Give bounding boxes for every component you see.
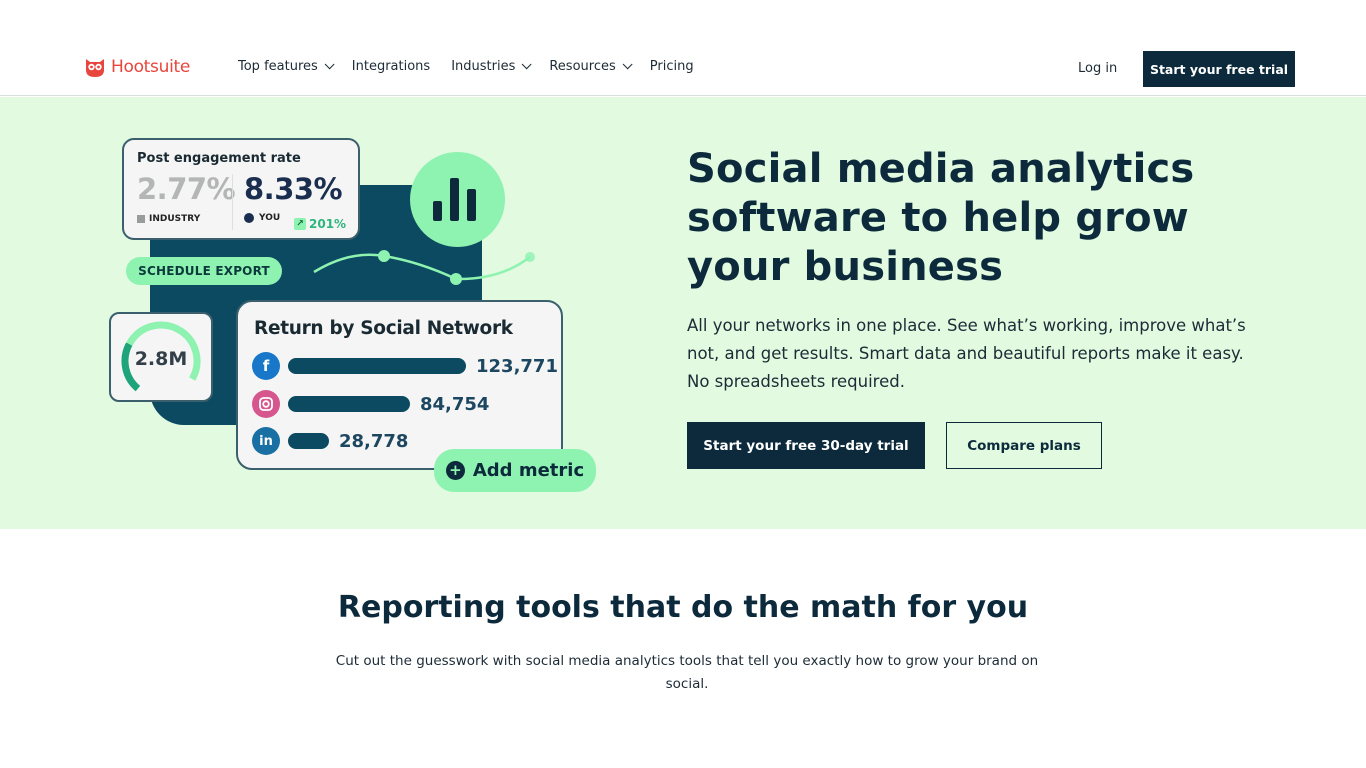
instagram-icon <box>252 390 280 418</box>
return-bar <box>288 396 410 412</box>
nav-label: Integrations <box>351 59 431 74</box>
return-bar <box>288 433 329 449</box>
legend-label: INDUSTRY <box>149 214 201 224</box>
nav-label: Resources <box>549 59 616 74</box>
start-30-day-trial-button[interactable]: Start your free 30-day trial <box>687 422 925 469</box>
network-row-linkedin: in 28,778 <box>252 427 408 455</box>
compare-plans-button[interactable]: Compare plans <box>946 422 1102 469</box>
plus-circle-icon: + <box>445 461 465 480</box>
return-value: 84,754 <box>420 393 490 415</box>
nav-label: Top features <box>238 59 318 74</box>
nav-top-features[interactable]: Top features <box>238 59 335 74</box>
growth-badge: ↗ 201% <box>294 217 346 231</box>
trend-point <box>450 273 462 285</box>
gauge-card: 2.8M <box>109 312 213 402</box>
chevron-down-icon <box>622 59 633 70</box>
add-metric-label: Add metric <box>472 460 585 481</box>
schedule-export-pill: SCHEDULE EXPORT <box>126 257 282 285</box>
facebook-icon: f <box>252 352 280 380</box>
nav-industries[interactable]: Industries <box>451 59 532 74</box>
engagement-rate-card: Post engagement rate 2.77% 8.33% INDUSTR… <box>122 138 360 240</box>
return-bar <box>288 358 466 374</box>
divider <box>232 174 233 230</box>
industry-rate: 2.77% <box>137 172 236 206</box>
section-title: Reporting tools that do the math for you <box>337 590 1029 625</box>
start-free-trial-button[interactable]: Start your free trial <box>1143 51 1295 87</box>
return-value: 28,778 <box>339 430 409 452</box>
circle-legend-icon <box>244 213 254 223</box>
industry-legend: INDUSTRY <box>137 214 200 224</box>
return-by-network-card: Return by Social Network f 123,771 84,75… <box>236 300 563 470</box>
hootsuite-logo[interactable]: Hootsuite <box>83 56 190 78</box>
site-header: Hootsuite Top features Integrations Indu… <box>0 0 1366 96</box>
trend-point <box>525 252 535 262</box>
add-metric-pill: + Add metric <box>434 449 596 492</box>
nav-label: Industries <box>451 59 516 74</box>
bar-chart-icon <box>450 178 459 221</box>
engagement-title: Post engagement rate <box>137 151 301 166</box>
square-legend-icon <box>137 215 145 223</box>
hero-headline: Social media analytics software to help … <box>687 146 1195 290</box>
you-legend: YOU <box>244 213 280 223</box>
arrow-up-right-icon: ↗ <box>294 218 306 230</box>
nav-pricing[interactable]: Pricing <box>650 59 694 74</box>
network-row-instagram: 84,754 <box>252 390 489 418</box>
linkedin-icon: in <box>252 427 280 455</box>
main-nav: Top features Integrations Industries Res… <box>238 59 694 74</box>
bar-chart-badge <box>410 152 505 247</box>
trend-point <box>378 250 390 262</box>
you-rate: 8.33% <box>244 172 343 206</box>
chevron-down-icon <box>324 59 335 70</box>
growth-value: 201% <box>309 217 347 231</box>
hero-subtext: All your networks in one place. See what… <box>687 316 1246 391</box>
legend-label: YOU <box>259 213 281 223</box>
bar-chart-icon <box>467 189 476 221</box>
section-subtitle: Cut out the guesswork with social media … <box>335 653 1039 692</box>
nav-label: Pricing <box>649 59 694 74</box>
trend-line-graphic <box>313 250 535 285</box>
nav-integrations[interactable]: Integrations <box>352 59 430 74</box>
return-card-title: Return by Social Network <box>254 318 513 339</box>
chevron-down-icon <box>522 59 532 70</box>
bar-chart-icon <box>433 201 442 221</box>
login-link[interactable]: Log in <box>1078 61 1117 76</box>
owl-logo-icon <box>86 59 104 77</box>
network-row-facebook: f 123,771 <box>252 352 558 380</box>
nav-resources[interactable]: Resources <box>549 59 633 74</box>
logo-text: Hootsuite <box>111 57 191 77</box>
return-value: 123,771 <box>476 355 558 377</box>
gauge-value: 2.8M <box>134 348 188 370</box>
